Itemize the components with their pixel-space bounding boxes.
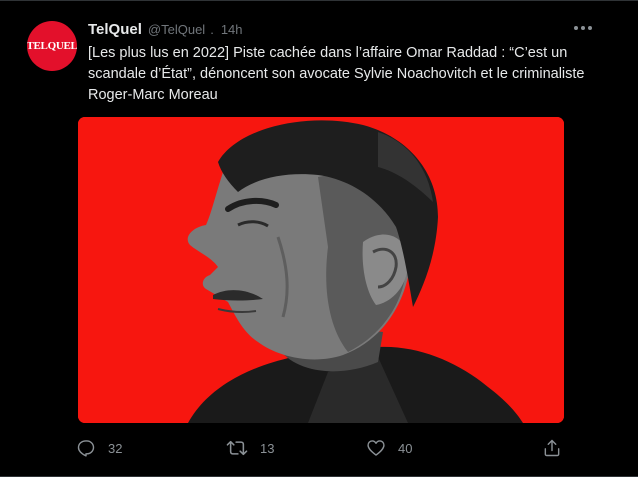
- reply-icon: [76, 438, 96, 458]
- heart-icon: [366, 438, 386, 458]
- share-button[interactable]: [542, 435, 562, 461]
- avatar-logo-text: TELQUEL: [27, 40, 77, 52]
- user-handle[interactable]: @TelQuel: [148, 22, 205, 37]
- timestamp[interactable]: 14h: [221, 22, 243, 37]
- like-count: 40: [398, 440, 413, 456]
- share-icon: [542, 438, 562, 458]
- avatar[interactable]: TELQUEL: [27, 21, 77, 71]
- reply-button[interactable]: 32: [76, 435, 122, 461]
- tweet-header: TelQuel @TelQuel . 14h: [88, 21, 243, 41]
- separator-dot: .: [210, 22, 214, 37]
- more-horizontal-icon: [573, 25, 593, 31]
- display-name[interactable]: TelQuel: [88, 21, 142, 38]
- like-button[interactable]: 40: [366, 435, 412, 461]
- retweet-icon: [226, 438, 248, 458]
- tweet-text: [Les plus lus en 2022] Piste cachée dans…: [88, 45, 585, 103]
- more-options-button[interactable]: [566, 15, 600, 41]
- retweet-button[interactable]: 13: [226, 435, 274, 461]
- tweet-actions: 32 13 40: [76, 435, 576, 461]
- reply-count: 32: [108, 440, 123, 456]
- tweet-media-image[interactable]: [78, 117, 564, 423]
- tweet[interactable]: TELQUEL TelQuel @TelQuel . 14h [Les plus…: [0, 0, 638, 477]
- retweet-count: 13: [260, 440, 275, 456]
